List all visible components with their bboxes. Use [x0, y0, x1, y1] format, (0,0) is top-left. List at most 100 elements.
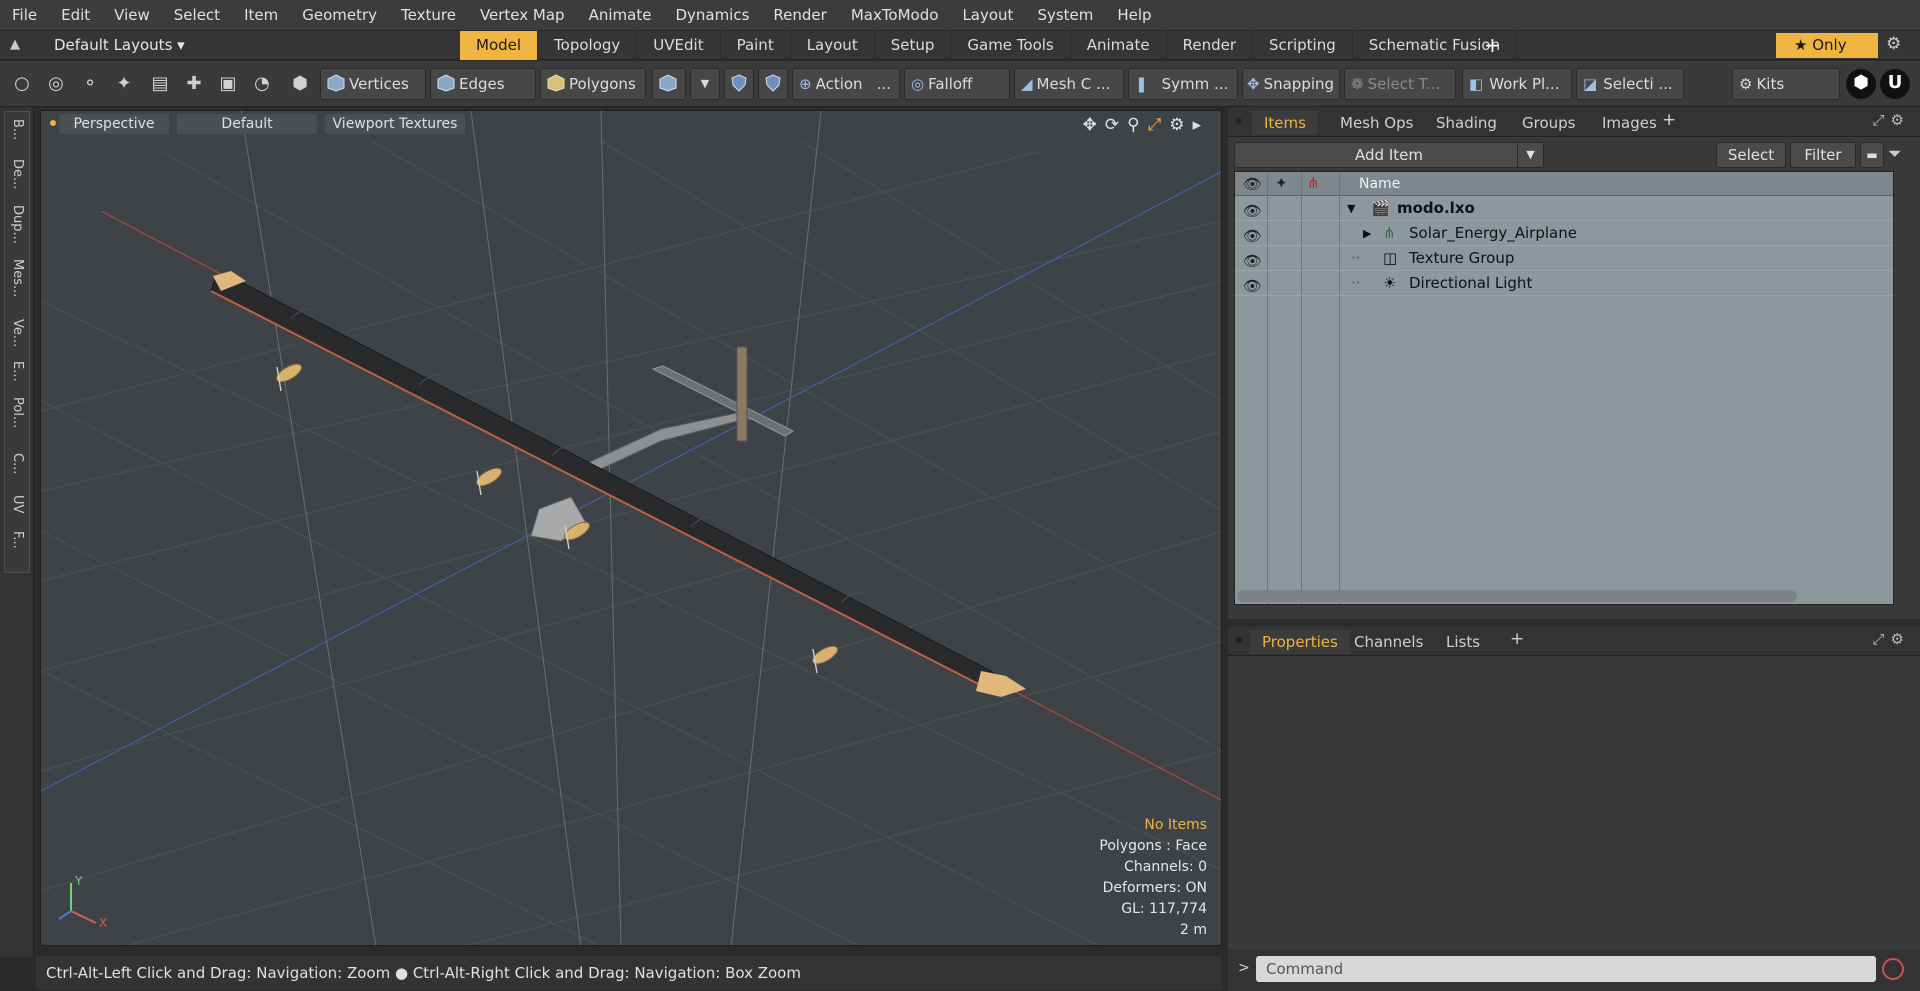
render-column-icon[interactable]: ✦ [1275, 174, 1288, 192]
mesh-constraint-button[interactable]: ◢ Mesh C ... [1014, 68, 1124, 100]
list-item[interactable]: 👁 ▼ 🎬 modo.lxo [1235, 196, 1893, 221]
globe-icon[interactable]: ◎ [42, 70, 70, 98]
list-item[interactable]: 👁 ▶ ⋔ Solar_Energy_Airplane [1235, 221, 1893, 246]
items-mode-icon[interactable]: ⬢ [286, 70, 314, 98]
tab-game-tools[interactable]: Game Tools [951, 31, 1071, 60]
left-tab-vertex[interactable]: Ve... [6, 319, 28, 347]
left-tab-mesh-edit[interactable]: Mes... [6, 259, 28, 297]
menu-view[interactable]: View [102, 0, 162, 31]
visibility-column-icon[interactable]: 👁 [1243, 175, 1262, 193]
left-tab-deform[interactable]: De... [6, 159, 28, 189]
menu-system[interactable]: System [1025, 0, 1105, 31]
menu-geometry[interactable]: Geometry [290, 0, 389, 31]
tab-properties[interactable]: Properties [1250, 630, 1350, 654]
viewport-settings-icon[interactable]: ⚙ [1169, 115, 1184, 135]
tab-images[interactable]: Images [1590, 111, 1669, 135]
only-toggle-button[interactable]: ★ Only [1776, 33, 1878, 58]
vertices-button[interactable]: Vertices [320, 68, 426, 100]
gear-icon[interactable]: ⚙ [1886, 34, 1901, 54]
tab-channels[interactable]: Channels [1342, 630, 1435, 654]
tab-groups[interactable]: Groups [1510, 111, 1587, 135]
panel-gear-icon[interactable]: ⚙ [1891, 111, 1910, 129]
left-tab-duplicate[interactable]: Dup... [6, 205, 28, 244]
tab-lists[interactable]: Lists [1434, 630, 1492, 654]
mode-dropdown[interactable]: ▼ [690, 68, 720, 100]
left-tab-polygon[interactable]: Pol... [6, 397, 28, 428]
scene-render[interactable]: Y X [41, 111, 1222, 946]
tab-topology[interactable]: Topology [538, 31, 638, 60]
perspective-dropdown[interactable]: Perspective [59, 114, 169, 134]
menu-file[interactable]: File [0, 0, 49, 31]
collapse-triangle-icon[interactable]: ▼ [1347, 196, 1355, 221]
command-history-chevron-icon[interactable]: > [1238, 960, 1250, 976]
tab-shading[interactable]: Shading [1424, 111, 1509, 135]
left-tab-basic[interactable]: B... [6, 119, 28, 140]
viewport-menu-arrow-icon[interactable]: ▸ [1192, 115, 1201, 135]
select-through-button[interactable]: ❁ Select T... [1344, 68, 1456, 100]
sphere-select-icon[interactable]: ◔ [248, 70, 276, 98]
collapse-list-icon[interactable]: ▬ [1860, 142, 1884, 168]
menu-animate[interactable]: Animate [577, 0, 664, 31]
horizontal-scrollbar[interactable] [1237, 590, 1797, 602]
add-tab-icon[interactable]: + [1510, 629, 1524, 649]
menu-edit[interactable]: Edit [49, 0, 102, 31]
name-column-header[interactable]: Name [1359, 172, 1400, 196]
filter-funnel-icon[interactable]: ⏷ [1888, 144, 1902, 164]
menu-vertex-map[interactable]: Vertex Map [468, 0, 577, 31]
tab-animate[interactable]: Animate [1071, 31, 1167, 60]
tab-layout[interactable]: Layout [791, 31, 875, 60]
collapse-up-icon[interactable]: ▲ [10, 37, 26, 53]
snapping-button[interactable]: ✥ Snapping [1242, 68, 1340, 100]
record-macro-icon[interactable] [1882, 958, 1904, 980]
expand-icon[interactable]: ⤢ [1873, 630, 1891, 648]
menu-select[interactable]: Select [162, 0, 232, 31]
selection-sets-button[interactable]: ◪ Selecti ... [1576, 68, 1684, 100]
add-item-button[interactable]: Add Item ▼ [1234, 142, 1544, 168]
tab-items[interactable]: Items [1252, 111, 1318, 135]
kits-button[interactable]: ⚙ Kits [1732, 68, 1840, 100]
action-center-button[interactable]: ⊕ Action... [792, 68, 900, 100]
unreal-icon[interactable]: U [1880, 69, 1910, 99]
mesh-mode-button[interactable] [652, 68, 686, 100]
tab-paint[interactable]: Paint [721, 31, 791, 60]
unity-icon[interactable]: ⬢ [1846, 69, 1876, 99]
zoom-icon[interactable]: ⚲ [1127, 115, 1139, 135]
rotate-icon[interactable]: ⟳ [1105, 115, 1119, 135]
filter-button[interactable]: Filter [1790, 142, 1856, 168]
shield-alt-tool-button[interactable] [758, 68, 788, 100]
left-tab-curve[interactable]: C... [6, 453, 28, 474]
workplane-button[interactable]: ◧ Work Pl... [1462, 68, 1572, 100]
viewport-textures-dropdown[interactable]: Viewport Textures [325, 114, 465, 134]
command-input[interactable]: Command [1256, 956, 1876, 982]
tab-mesh-ops[interactable]: Mesh Ops [1328, 111, 1425, 135]
edges-button[interactable]: Edges [430, 68, 536, 100]
expand-icon[interactable]: ⤢ [1873, 111, 1891, 129]
shading-dropdown[interactable]: Default [177, 114, 317, 134]
menu-maxtomodo[interactable]: MaxToModo [839, 0, 951, 31]
lasso-icon[interactable]: ⚬ [76, 70, 104, 98]
symmetry-button[interactable]: ❚ Symm ... [1128, 68, 1238, 100]
paint-select-icon[interactable]: ✦ [110, 70, 138, 98]
element-select-icon[interactable]: ▤ [146, 70, 174, 98]
tab-render[interactable]: Render [1167, 31, 1254, 60]
tab-uvedit[interactable]: UVEdit [637, 31, 721, 60]
tab-scripting[interactable]: Scripting [1253, 31, 1353, 60]
polygons-button[interactable]: Polygons [540, 68, 646, 100]
left-tab-uv[interactable]: UV [6, 495, 28, 513]
select-button[interactable]: Select [1716, 142, 1786, 168]
tab-setup[interactable]: Setup [875, 31, 952, 60]
circle-select-icon[interactable]: ○ [8, 70, 36, 98]
panel-gear-icon[interactable]: ⚙ [1891, 630, 1910, 648]
face-select-icon[interactable]: ▣ [214, 70, 242, 98]
visibility-eye-icon[interactable]: 👁 [1243, 274, 1262, 299]
left-tab-fusion[interactable]: F... [6, 531, 28, 549]
list-item[interactable]: 👁 ·· ☀ Directional Light [1235, 271, 1893, 296]
tab-model[interactable]: Model [460, 31, 539, 60]
pan-icon[interactable]: ✥ [1083, 115, 1097, 135]
menu-layout[interactable]: Layout [950, 0, 1025, 31]
menu-dynamics[interactable]: Dynamics [663, 0, 761, 31]
default-layouts-dropdown[interactable]: Default Layouts ▾ [54, 31, 185, 60]
list-item[interactable]: 👁 ·· ◫ Texture Group [1235, 246, 1893, 271]
move-select-icon[interactable]: ✚ [180, 70, 208, 98]
expand-triangle-icon[interactable]: ▶ [1363, 221, 1371, 246]
